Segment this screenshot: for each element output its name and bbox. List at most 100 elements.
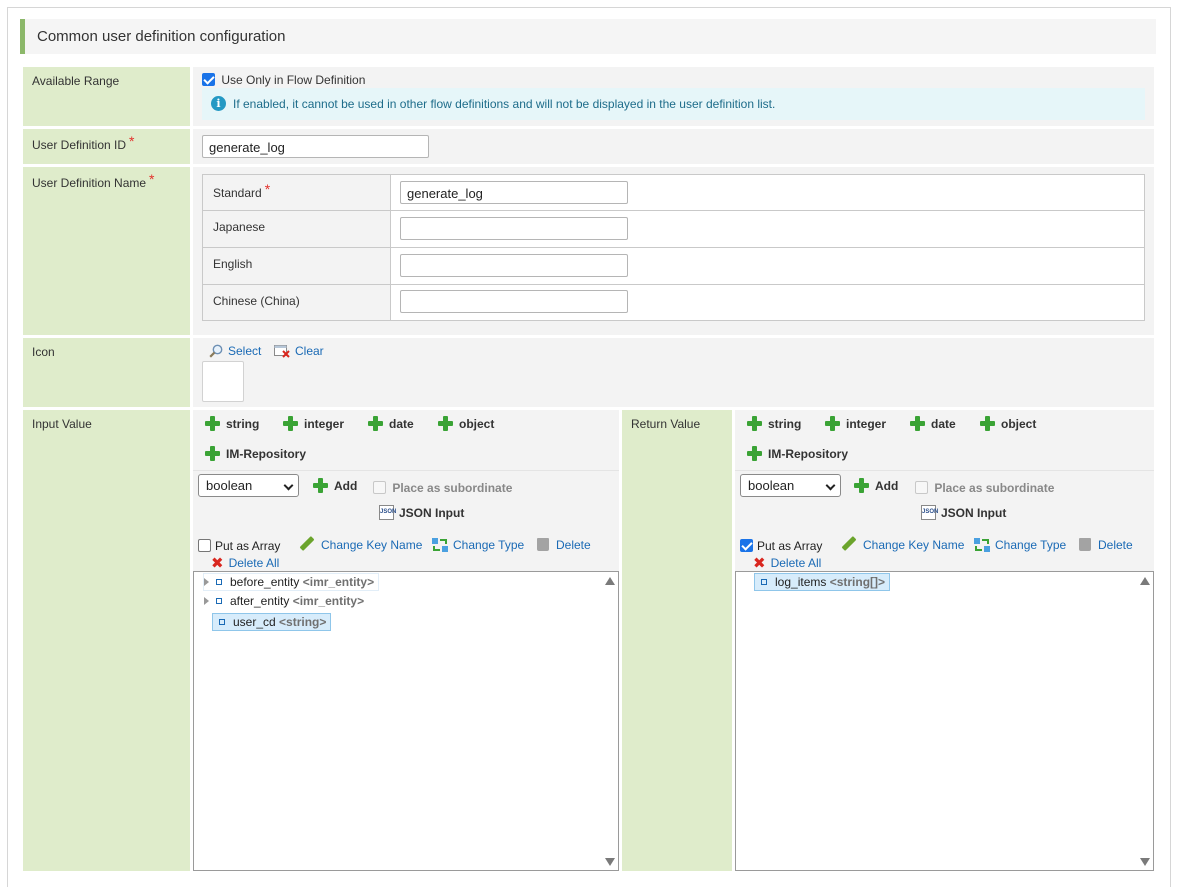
- plus-icon: [205, 446, 220, 462]
- tree-node-log-items[interactable]: log_items <string[]>: [754, 573, 891, 591]
- add-integer-button[interactable]: integer: [283, 416, 344, 432]
- add-string-button[interactable]: string: [747, 416, 801, 432]
- input-delete-button[interactable]: Delete: [537, 538, 591, 552]
- name-row-chinese: Chinese (China): [203, 285, 1144, 320]
- tree-node-after-entity[interactable]: after_entity <imr_entity>: [204, 593, 368, 611]
- return-change-type-button[interactable]: Change Type: [974, 537, 1066, 553]
- icon-select-link[interactable]: Select: [209, 344, 261, 359]
- name-standard-input[interactable]: generate_log: [400, 181, 628, 204]
- scroll-down-icon[interactable]: [1140, 858, 1150, 866]
- plus-icon: [283, 416, 298, 432]
- use-only-flow-checkbox[interactable]: [202, 73, 215, 87]
- input-change-type-button[interactable]: Change Type: [432, 537, 524, 553]
- return-json-button[interactable]: JSON JSON Input: [921, 505, 1006, 521]
- input-type-toolbar: string integer date object IM-Repository: [193, 410, 619, 470]
- scroll-up-icon[interactable]: [605, 577, 615, 585]
- scroll-up-icon[interactable]: [1140, 577, 1150, 585]
- info-text: If enabled, it cannot be used in other f…: [233, 97, 776, 111]
- plus-icon: [980, 416, 995, 432]
- input-subordinate-option[interactable]: Place as subordinate: [373, 480, 512, 495]
- plus-icon: [747, 416, 762, 432]
- return-put-array-option[interactable]: Put as Array: [740, 538, 822, 553]
- available-range-value: Use Only in Flow Definition i If enabled…: [193, 67, 1154, 126]
- add-date-button[interactable]: date: [368, 416, 414, 432]
- input-type-select[interactable]: boolean: [198, 474, 299, 497]
- close-icon: ✖: [753, 554, 766, 572]
- return-add-row: boolean Add Place as subordinate JSON JSO…: [735, 470, 1154, 528]
- expand-icon[interactable]: [204, 597, 209, 605]
- input-put-array-option[interactable]: Put as Array: [198, 538, 280, 553]
- add-object-button[interactable]: object: [980, 416, 1036, 432]
- return-type-select[interactable]: boolean: [740, 474, 841, 497]
- icon-value: Select Clear: [193, 338, 1154, 407]
- put-array-checkbox[interactable]: [198, 539, 211, 553]
- icon-clear-link[interactable]: Clear: [274, 344, 324, 359]
- expand-icon[interactable]: [204, 578, 209, 586]
- input-tree[interactable]: before_entity <imr_entity> after_entity …: [193, 571, 619, 871]
- input-value-label-text: Input Value: [32, 417, 92, 431]
- pencil-icon: [299, 536, 315, 552]
- plus-icon: [368, 416, 383, 432]
- input-add-button[interactable]: Add: [313, 478, 357, 494]
- return-subordinate-option[interactable]: Place as subordinate: [915, 480, 1054, 495]
- add-object-button[interactable]: object: [438, 416, 494, 432]
- use-only-flow-label[interactable]: Use Only in Flow Definition: [221, 73, 365, 87]
- tree-node-user-cd[interactable]: user_cd <string>: [212, 613, 332, 631]
- user-def-name-label-text: User Definition Name: [32, 176, 147, 190]
- plus-icon: [205, 416, 220, 432]
- add-date-button[interactable]: date: [910, 416, 956, 432]
- input-json-button[interactable]: JSON JSON Input: [379, 505, 464, 521]
- use-only-flow-row[interactable]: Use Only in Flow Definition: [202, 72, 365, 87]
- name-japanese-input[interactable]: [400, 217, 628, 240]
- node-icon: [219, 619, 225, 626]
- swap-icon: [432, 537, 448, 552]
- name-chinese-input[interactable]: [400, 290, 628, 313]
- return-delete-button[interactable]: Delete: [1079, 538, 1133, 552]
- subordinate-checkbox[interactable]: [915, 481, 928, 495]
- name-row-label: Japanese: [203, 211, 391, 247]
- swap-icon: [974, 537, 990, 552]
- node-icon: [216, 598, 222, 605]
- node-icon: [761, 579, 767, 586]
- return-value-label: Return Value: [622, 410, 732, 871]
- clear-icon: [274, 344, 290, 358]
- name-language-table: Standard * generate_log Japanese English …: [202, 174, 1145, 321]
- scroll-down-icon[interactable]: [605, 858, 615, 866]
- required-mark: *: [129, 133, 135, 149]
- plus-icon: [825, 416, 840, 432]
- return-add-button[interactable]: Add: [854, 478, 898, 494]
- name-row-japanese: Japanese: [203, 211, 1144, 248]
- input-tree-toolbar: Put as Array Change Key Name Change Type…: [198, 536, 618, 572]
- input-change-key-button[interactable]: Change Key Name: [299, 536, 422, 552]
- name-row-label: Chinese (China): [203, 285, 391, 320]
- add-string-button[interactable]: string: [205, 416, 259, 432]
- return-change-key-button[interactable]: Change Key Name: [841, 536, 964, 552]
- add-im-repository-button[interactable]: IM-Repository: [205, 446, 306, 462]
- section-title: Common user definition configuration: [20, 19, 1156, 54]
- user-def-name-value: Standard * generate_log Japanese English …: [193, 167, 1154, 335]
- clear-label[interactable]: Clear: [295, 344, 324, 358]
- tree-node-before-entity[interactable]: before_entity <imr_entity>: [203, 573, 380, 591]
- chevron-down-icon: [825, 480, 836, 491]
- put-array-checkbox[interactable]: [740, 539, 753, 553]
- name-row-label: English: [203, 248, 391, 284]
- magnifier-icon: [209, 344, 223, 358]
- name-row-english: English: [203, 248, 1144, 285]
- chevron-down-icon: [283, 480, 294, 491]
- name-english-input[interactable]: [400, 254, 628, 277]
- subordinate-checkbox[interactable]: [373, 481, 386, 495]
- add-im-repository-button[interactable]: IM-Repository: [747, 446, 848, 462]
- return-tree[interactable]: log_items <string[]>: [735, 571, 1154, 871]
- close-icon: ✖: [211, 554, 224, 572]
- available-range-label: Available Range: [23, 67, 190, 126]
- select-label[interactable]: Select: [228, 344, 261, 358]
- user-def-id-input[interactable]: generate_log: [202, 135, 429, 158]
- available-range-label-text: Available Range: [32, 74, 120, 88]
- info-icon: i: [211, 96, 226, 111]
- info-message: i If enabled, it cannot be used in other…: [202, 88, 1145, 120]
- plus-icon: [438, 416, 453, 432]
- return-type-toolbar: string integer date object IM-Repository: [735, 410, 1154, 470]
- add-integer-button[interactable]: integer: [825, 416, 886, 432]
- trash-icon: [537, 538, 549, 552]
- input-value-label: Input Value: [23, 410, 190, 871]
